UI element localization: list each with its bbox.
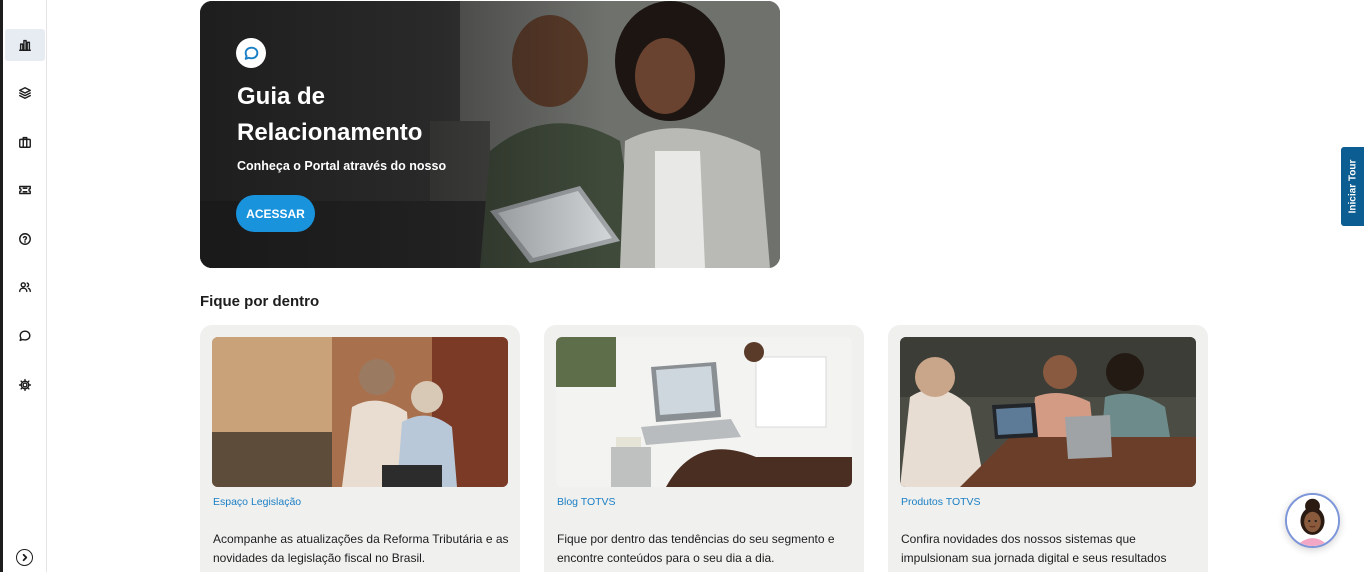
ticket-icon [19,185,31,195]
hero-subtitle: Conheça o Portal através do nosso [237,159,447,173]
news-card-produtos[interactable]: Produtos TOTVS Confira novidades dos nos… [888,325,1208,572]
sidebar-item-users[interactable] [5,271,45,303]
card-category[interactable]: Blog TOTVS [557,496,616,508]
hero-title: Guia de Relacionamento [237,83,423,146]
sidebar-item-layers[interactable] [5,77,45,109]
layers-icon [19,87,31,99]
sidebar-edge [0,0,3,572]
card-category[interactable]: Espaço Legislação [213,496,301,508]
access-button[interactable]: ACESSAR [236,195,315,232]
news-card-blog[interactable]: Blog TOTVS Fique por dentro das tendênci… [544,325,864,572]
sidebar-expand-button[interactable] [16,549,33,566]
card-description: Confira novidades dos nossos sistemas qu… [901,532,1167,572]
card-category[interactable]: Produtos TOTVS [901,496,981,508]
section-title: Fique por dentro [200,293,320,310]
users-icon [19,282,31,293]
bar-chart-icon [19,39,31,51]
sidebar-item-dashboard[interactable] [5,29,45,61]
assistant-avatar-button[interactable] [1285,493,1340,548]
sidebar-item-settings[interactable] [5,369,45,401]
card-description: Fique por dentro das tendências do seu s… [557,532,835,565]
start-tour-button[interactable]: Iniciar Tour [1341,147,1364,226]
card-description: Acompanhe as atualizações da Reforma Tri… [213,532,509,565]
sidebar-item-portfolio[interactable] [5,126,45,158]
briefcase-icon [19,136,31,148]
sidebar-item-chat[interactable] [5,320,45,352]
card-image [900,337,1196,487]
sidebar-item-help[interactable] [5,223,45,255]
card-image [556,337,852,487]
sidebar-item-tickets[interactable] [5,174,45,206]
chevron-right-icon [22,553,28,562]
hero-banner: Guia de Relacionamento Conheça o Portal … [200,1,780,268]
chat-icon [19,330,31,342]
assistant-avatar [1287,495,1338,546]
sidebar [0,0,47,572]
hero-chat-icon [236,38,266,68]
news-card-legislacao[interactable]: Espaço Legislação Acompanhe as atualizaç… [200,325,520,572]
card-image [212,337,508,487]
gear-icon [18,378,32,392]
help-circle-icon [19,233,31,245]
start-tour-label: Iniciar Tour [1347,159,1358,214]
